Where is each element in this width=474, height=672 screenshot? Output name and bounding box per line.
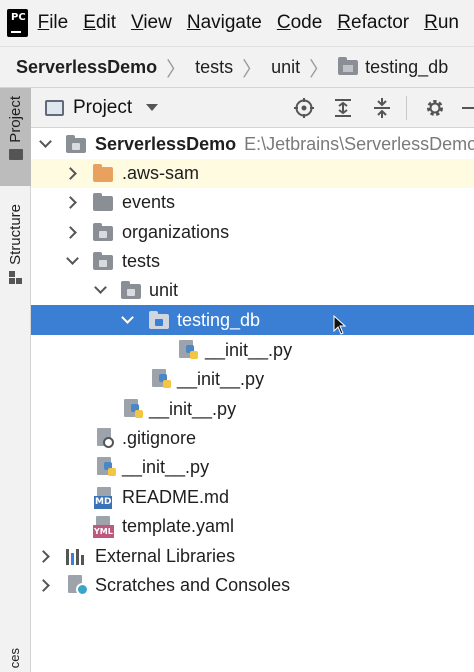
project-view-icon	[45, 99, 64, 116]
tree-node-organizations[interactable]: organizations	[31, 218, 474, 247]
menu-file[interactable]: File	[38, 12, 69, 34]
strip-tab-structure[interactable]: Structure	[0, 196, 31, 286]
gear-icon[interactable]	[424, 97, 446, 119]
tree-node-label: testing_db	[177, 309, 261, 330]
tree-node-label: External Libraries	[95, 546, 236, 566]
folder-icon	[66, 135, 86, 153]
menu-view[interactable]: View	[131, 12, 172, 34]
tree-node-gitignore[interactable]: .gitignore	[31, 424, 474, 453]
breadcrumb: ServerlessDemo 〉 tests 〉 unit 〉 testing_…	[0, 46, 474, 88]
tree-node-tests[interactable]: tests	[31, 247, 474, 276]
python-file-icon	[179, 340, 199, 362]
chevron-right-icon[interactable]	[37, 550, 50, 563]
tree-node-init-py[interactable]: __init__.py	[31, 395, 474, 424]
tree-node-label: __init__.py	[177, 369, 265, 389]
tree-node-aws-sam[interactable]: .aws-sam	[31, 159, 474, 188]
structure-icon	[8, 270, 23, 285]
tree-node-template-yaml[interactable]: YML template.yaml	[31, 512, 474, 541]
package-folder-icon	[121, 281, 141, 299]
expand-all-icon[interactable]	[332, 97, 354, 119]
tree-node-external-libraries[interactable]: External Libraries	[31, 542, 474, 571]
gitignore-file-icon	[97, 428, 115, 450]
collapse-all-icon[interactable]	[371, 97, 393, 119]
toolbar-divider	[406, 96, 407, 120]
tree-node-label: README.md	[122, 487, 230, 507]
breadcrumb-tests[interactable]: tests	[195, 57, 233, 78]
breadcrumb-separator-icon: 〉	[166, 58, 187, 81]
menu-navigate[interactable]: Navigate	[187, 12, 262, 34]
tree-node-label: template.yaml	[122, 516, 235, 536]
tree-node-unit[interactable]: unit	[31, 276, 474, 305]
project-tree: ServerlessDemo E:\Jetbrains\ServerlessDem…	[31, 128, 474, 672]
chevron-down-icon[interactable]	[39, 135, 52, 148]
tree-node-scratches[interactable]: Scratches and Consoles	[31, 571, 474, 600]
tree-node-label: __init__.py	[122, 457, 210, 477]
scratches-icon	[68, 575, 90, 597]
tool-window-strip: Project Structure ces	[0, 88, 31, 672]
package-folder-icon	[338, 56, 359, 75]
tree-node-init-py[interactable]: __init__.py	[31, 365, 474, 394]
breadcrumb-separator-icon: 〉	[242, 58, 263, 81]
chevron-down-icon[interactable]	[66, 252, 79, 265]
chevron-down-icon[interactable]	[146, 104, 159, 111]
tree-node-label: Scratches and Consoles	[95, 575, 291, 595]
chevron-down-icon[interactable]	[121, 311, 134, 324]
yaml-file-icon: YML	[93, 516, 117, 538]
chevron-down-icon[interactable]	[94, 281, 107, 294]
mouse-cursor-icon	[333, 315, 347, 335]
pycharm-logo-icon: PC	[7, 9, 28, 37]
tree-node-label: __init__.py	[205, 340, 293, 360]
tree-node-label: tests	[122, 251, 161, 271]
tool-window-title[interactable]: Project	[73, 97, 132, 119]
tree-node-label: .gitignore	[122, 428, 197, 448]
breadcrumb-project[interactable]: ServerlessDemo	[16, 57, 157, 78]
package-folder-icon	[149, 311, 169, 329]
library-icon	[66, 547, 88, 565]
menu-edit[interactable]: Edit	[83, 12, 116, 34]
tree-node-testing-db[interactable]: testing_db	[31, 305, 474, 335]
package-folder-icon	[93, 223, 113, 241]
tree-node-label: __init__.py	[149, 399, 237, 419]
tree-node-readme[interactable]: MD README.md	[31, 483, 474, 512]
strip-tab-project-label: Project	[7, 96, 24, 143]
strip-tab-services-label: ces	[7, 648, 22, 669]
folder-excluded-icon	[93, 164, 113, 182]
chevron-right-icon[interactable]	[64, 167, 77, 180]
tree-node-label: unit	[149, 280, 179, 300]
breadcrumb-unit[interactable]: unit	[271, 57, 300, 78]
chevron-right-icon[interactable]	[64, 196, 77, 209]
chevron-right-icon[interactable]	[64, 226, 77, 239]
locate-file-icon[interactable]	[293, 97, 315, 119]
tree-node-events[interactable]: events	[31, 188, 474, 217]
menu-run[interactable]: Run	[424, 12, 459, 34]
python-file-icon	[152, 369, 172, 391]
python-file-icon	[124, 399, 144, 421]
tree-node-label: ServerlessDemo E:\Jetbrains\ServerlessDem…	[95, 134, 474, 154]
package-folder-icon	[93, 252, 113, 270]
breadcrumb-separator-icon: 〉	[309, 58, 330, 81]
markdown-file-icon: MD	[94, 487, 116, 509]
hide-minus-icon[interactable]	[460, 97, 474, 119]
tree-node-label: events	[122, 192, 176, 212]
tree-node-serverlessdemo[interactable]: ServerlessDemo E:\Jetbrains\ServerlessDem…	[31, 130, 474, 159]
tree-node-init-py[interactable]: __init__.py	[31, 336, 474, 365]
tree-node-init-py[interactable]: __init__.py	[31, 453, 474, 482]
chevron-right-icon[interactable]	[37, 579, 50, 592]
menu-code[interactable]: Code	[277, 12, 322, 34]
strip-tab-project[interactable]: Project	[0, 88, 31, 186]
strip-tab-structure-label: Structure	[7, 204, 24, 265]
python-file-icon	[97, 457, 117, 479]
folder-icon	[8, 148, 23, 160]
menu-bar: PC File Edit View Navigate Code Refactor…	[0, 0, 474, 46]
folder-icon	[93, 193, 113, 211]
tree-node-label: organizations	[122, 222, 230, 242]
menu-refactor[interactable]: Refactor	[337, 12, 409, 34]
strip-tab-services[interactable]: ces	[0, 648, 31, 672]
breadcrumb-testing-db[interactable]: testing_db	[365, 57, 448, 78]
project-tool-window-header: Project	[31, 88, 474, 128]
tree-node-label: .aws-sam	[122, 163, 200, 183]
